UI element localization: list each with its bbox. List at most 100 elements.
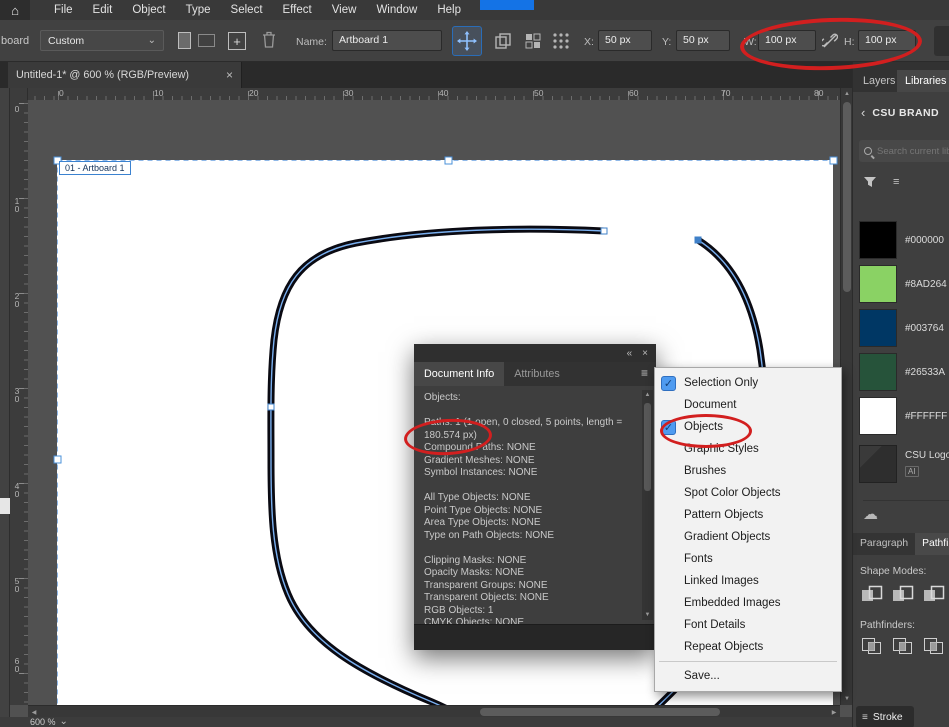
menu-item-label: Brushes — [684, 465, 727, 477]
swatch-item[interactable]: #FFFFFF — [859, 394, 949, 438]
menu-item-fonts[interactable]: Fonts — [655, 548, 841, 570]
scroll-up-icon[interactable]: ▲ — [642, 390, 653, 400]
y-label: Y: — [662, 36, 672, 48]
info-line — [424, 480, 634, 493]
landscape-orientation-icon[interactable] — [198, 34, 215, 47]
library-asset[interactable]: CSU Logo AI — [859, 440, 949, 488]
color-swatch[interactable] — [859, 265, 897, 303]
menu-item-save[interactable]: Save... — [655, 665, 841, 687]
vertical-scroll-thumb[interactable] — [843, 102, 851, 292]
menu-item-brushes[interactable]: Brushes — [655, 460, 841, 482]
menu-item-pattern-objects[interactable]: Pattern Objects — [655, 504, 841, 526]
tab-pathfinder[interactable]: Pathfinder — [915, 533, 949, 555]
check-icon — [661, 442, 676, 457]
panel-scroll-thumb[interactable] — [644, 403, 651, 491]
duplicate-pages-icon[interactable] — [494, 32, 512, 50]
menu-item-repeat-objects[interactable]: Repeat Objects — [655, 636, 841, 658]
close-icon[interactable]: × — [642, 348, 648, 359]
delete-artboard-button[interactable] — [262, 31, 276, 48]
menu-edit[interactable]: Edit — [83, 0, 123, 20]
reference-point-locator[interactable] — [552, 32, 570, 50]
y-input[interactable]: 50 px — [676, 30, 730, 51]
dock-tab-band: Layers Libraries — [853, 62, 949, 92]
swatch-item[interactable]: #000000 — [859, 218, 949, 262]
close-icon[interactable]: × — [226, 68, 233, 82]
info-line: Objects: — [424, 392, 461, 403]
zoom-control[interactable]: 600 % ⌄ — [30, 717, 68, 727]
swatch-item[interactable]: #26533A — [859, 350, 949, 394]
merge-icon[interactable] — [922, 636, 946, 656]
artboard-options-grid-icon[interactable] — [524, 32, 542, 50]
unite-icon[interactable] — [860, 584, 884, 604]
menu-item-document[interactable]: Document — [655, 394, 841, 416]
minus-front-icon[interactable] — [891, 584, 915, 604]
info-line: Point Type Objects: NONE — [424, 504, 543, 516]
panel-overflow-button[interactable] — [934, 26, 949, 56]
new-artboard-button[interactable]: + — [228, 32, 246, 50]
menu-item-linked-images[interactable]: Linked Images — [655, 570, 841, 592]
color-swatch[interactable] — [859, 309, 897, 347]
width-input[interactable]: 100 px — [758, 30, 816, 51]
x-input[interactable]: 50 px — [598, 30, 652, 51]
menu-item-graphic-styles[interactable]: Graphic Styles — [655, 438, 841, 460]
trim-icon[interactable] — [891, 636, 915, 656]
panel-menu-icon[interactable]: ≡ — [641, 366, 648, 380]
info-line: RGB Objects: 1 — [424, 604, 494, 616]
tab-paragraph[interactable]: Paragraph — [853, 533, 915, 555]
swatch-item[interactable]: #8AD264 — [859, 262, 949, 306]
tab-attributes[interactable]: Attributes — [504, 362, 570, 386]
horizontal-scroll-thumb[interactable] — [480, 708, 720, 716]
document-info-flyout-menu: ✓ Selection Only Document ✓ Objects Grap… — [654, 367, 842, 692]
menu-item-spot-color-objects[interactable]: Spot Color Objects — [655, 482, 841, 504]
height-input[interactable]: 100 px — [858, 30, 916, 51]
menu-type[interactable]: Type — [176, 0, 221, 20]
library-header: ‹ CSU BRAND — [853, 105, 949, 120]
info-line — [424, 405, 634, 418]
horizontal-scrollbar[interactable]: ◀ ▶ — [28, 705, 840, 717]
stroke-panel-button[interactable]: ≡ Stroke — [856, 706, 914, 727]
swatch-label: #000000 — [905, 234, 944, 246]
menu-item-font-details[interactable]: Font Details — [655, 614, 841, 636]
menu-item-embedded-images[interactable]: Embedded Images — [655, 592, 841, 614]
document-tab[interactable]: Untitled-1* @ 600 % (RGB/Preview) × — [8, 62, 242, 88]
color-swatch[interactable] — [859, 397, 897, 435]
search-input[interactable] — [877, 145, 949, 157]
home-button[interactable]: ⌂ — [0, 0, 30, 20]
check-icon: ✓ — [661, 375, 676, 391]
menu-window[interactable]: Window — [366, 0, 427, 20]
artboard-name-tag[interactable]: 01 - Artboard 1 — [59, 161, 131, 175]
intersect-icon[interactable] — [922, 584, 946, 604]
funnel-icon[interactable] — [863, 176, 877, 188]
scroll-down-icon[interactable]: ▼ — [642, 610, 653, 620]
info-line — [424, 542, 634, 555]
swatch-item[interactable]: #003764 — [859, 306, 949, 350]
artboard-name-input[interactable]: Artboard 1 — [332, 30, 442, 51]
info-line: Type on Path Objects: NONE — [424, 529, 555, 541]
library-search[interactable] — [859, 140, 949, 162]
tab-document-info[interactable]: Document Info — [414, 362, 505, 386]
color-swatch[interactable] — [859, 221, 897, 259]
tab-libraries[interactable]: Libraries — [897, 70, 949, 92]
menu-item-gradient-objects[interactable]: Gradient Objects — [655, 526, 841, 548]
menu-object[interactable]: Object — [122, 0, 175, 20]
menu-item-selection-only[interactable]: ✓ Selection Only — [655, 372, 841, 394]
panel-scrollbar[interactable]: ▲ ▼ — [642, 390, 653, 620]
constrain-proportions-toggle[interactable] — [822, 33, 838, 49]
divide-icon[interactable] — [860, 636, 884, 656]
menu-file[interactable]: File — [44, 0, 83, 20]
menu-help[interactable]: Help — [427, 0, 471, 20]
menu-item-objects[interactable]: ✓ Objects — [655, 416, 841, 438]
back-icon[interactable]: ‹ — [861, 105, 865, 120]
asset-thumbnail[interactable] — [859, 445, 897, 483]
portrait-orientation-icon[interactable] — [178, 32, 191, 49]
trash-icon — [263, 31, 275, 48]
sort-icon[interactable]: ≡ — [893, 176, 899, 188]
menu-select[interactable]: Select — [221, 0, 273, 20]
menu-view[interactable]: View — [322, 0, 367, 20]
menu-effect[interactable]: Effect — [273, 0, 322, 20]
artboard-preset-select[interactable]: Custom ⌄ — [40, 30, 164, 51]
move-artwork-with-artboard-button[interactable] — [452, 26, 482, 56]
collapse-icon[interactable]: « — [627, 348, 633, 359]
swatch-label: #003764 — [905, 322, 944, 334]
color-swatch[interactable] — [859, 353, 897, 391]
